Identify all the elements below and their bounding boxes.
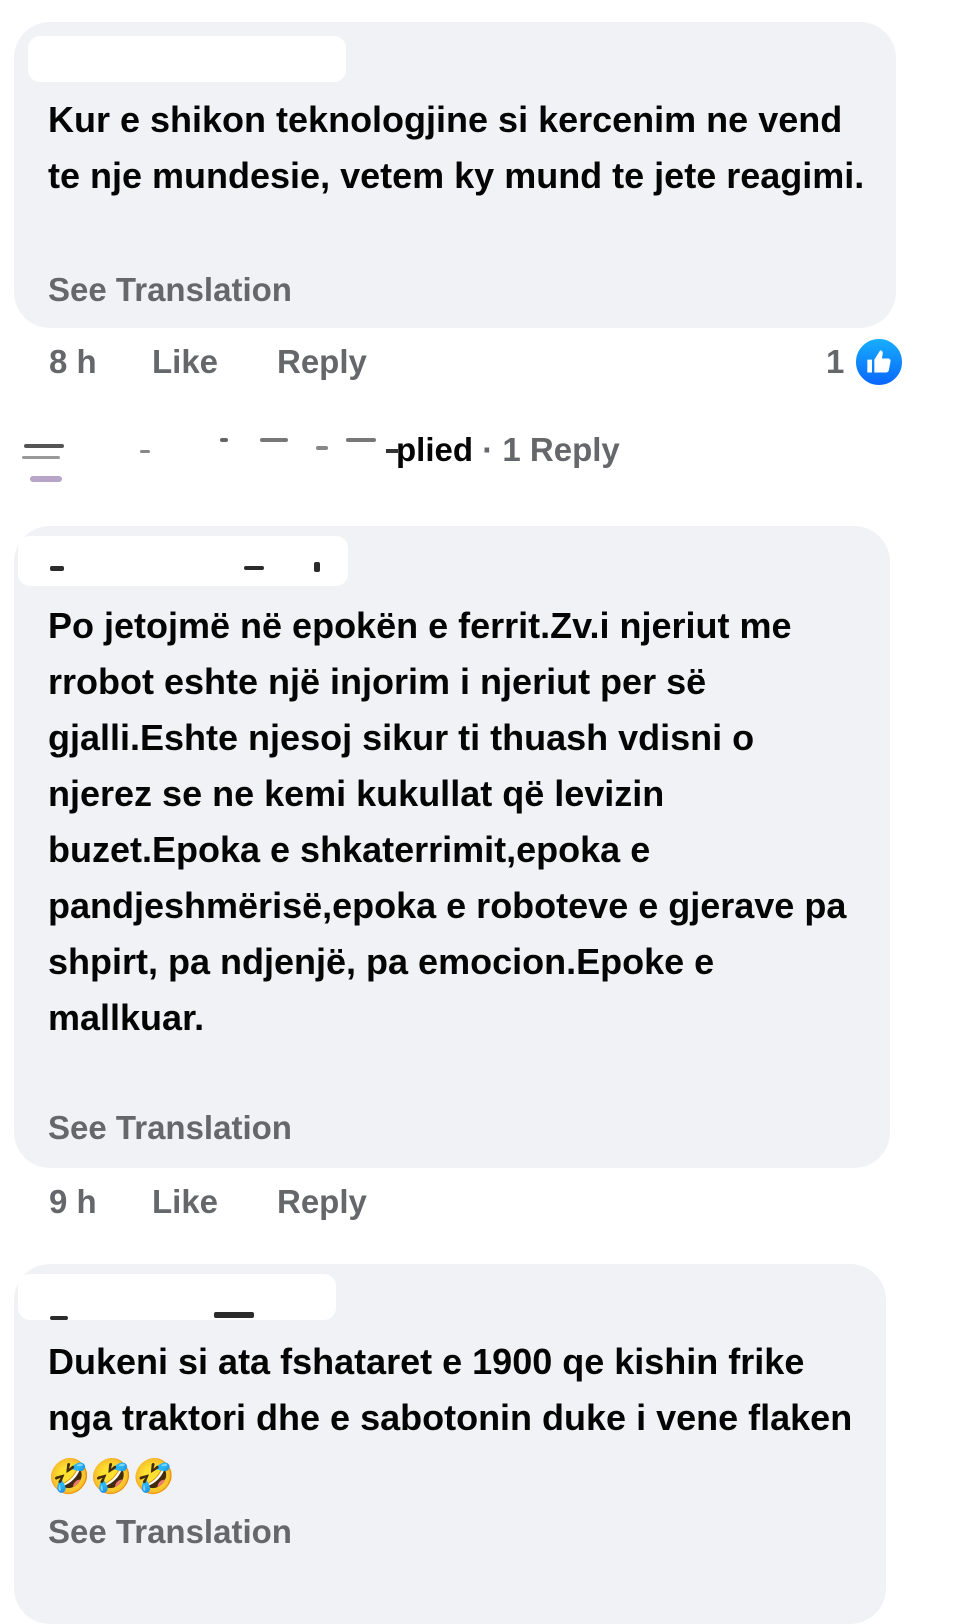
reply-button[interactable]: Reply bbox=[277, 1182, 367, 1222]
comment-text: Kur e shikon teknologjine si kercenim ne… bbox=[48, 99, 865, 196]
comment-timestamp: 9 h bbox=[49, 1183, 97, 1220]
comment-text: Po jetojmë në epokën e ferrit.Zv.i njeri… bbox=[48, 605, 847, 1038]
rolling-laughing-emoji: 🤣🤣🤣 bbox=[48, 1458, 176, 1496]
redacted-avatar-mark bbox=[22, 456, 60, 459]
reply-button[interactable]: Reply bbox=[277, 342, 367, 382]
redacted-author-name bbox=[18, 536, 348, 586]
comment-text-body: Dukeni si ata fshataret e 1900 qe kishin… bbox=[48, 1341, 853, 1438]
see-translation-link[interactable]: See Translation bbox=[48, 1512, 292, 1552]
redacted-name-mark bbox=[346, 438, 376, 442]
redacted-avatar-mark bbox=[30, 476, 62, 482]
redacted-author-name bbox=[18, 1274, 336, 1320]
redacted-name-mark bbox=[260, 438, 288, 442]
redacted-name-mark bbox=[140, 450, 150, 453]
redacted-name-mark bbox=[214, 1312, 254, 1318]
separator-dot: · bbox=[482, 431, 494, 468]
comment-timestamp: 8 h bbox=[49, 343, 97, 380]
comment-bubble-1: Kur e shikon teknologjine si kercenim ne… bbox=[14, 22, 896, 328]
see-translation-link[interactable]: See Translation bbox=[48, 270, 292, 310]
redacted-name-mark bbox=[50, 566, 64, 571]
redacted-author-name bbox=[28, 36, 346, 82]
replied-label: plied bbox=[396, 431, 474, 468]
view-replies-link[interactable]: plied · 1 Reply bbox=[20, 424, 720, 484]
replied-text: plied · 1 Reply bbox=[386, 430, 620, 470]
redacted-name-mark bbox=[50, 1316, 68, 1320]
comment-bubble-3: Dukeni si ata fshataret e 1900 qe kishin… bbox=[14, 1264, 886, 1624]
like-button[interactable]: Like bbox=[152, 342, 218, 382]
redacted-name-mark bbox=[244, 566, 264, 570]
reply-count: 1 Reply bbox=[502, 431, 620, 468]
redacted-name-mark bbox=[316, 446, 328, 450]
reaction-count[interactable]: 1 bbox=[826, 342, 844, 382]
like-button[interactable]: Like bbox=[152, 1182, 218, 1222]
redacted-name-mark bbox=[314, 562, 320, 572]
redacted-avatar-mark bbox=[24, 444, 64, 448]
comment-bubble-2: Po jetojmë në epokën e ferrit.Zv.i njeri… bbox=[14, 526, 890, 1168]
see-translation-link[interactable]: See Translation bbox=[48, 1108, 292, 1148]
comment-text: Dukeni si ata fshataret e 1900 qe kishin… bbox=[48, 1334, 878, 1505]
redacted-name-mark bbox=[220, 438, 228, 442]
like-thumb-icon[interactable] bbox=[853, 336, 905, 388]
